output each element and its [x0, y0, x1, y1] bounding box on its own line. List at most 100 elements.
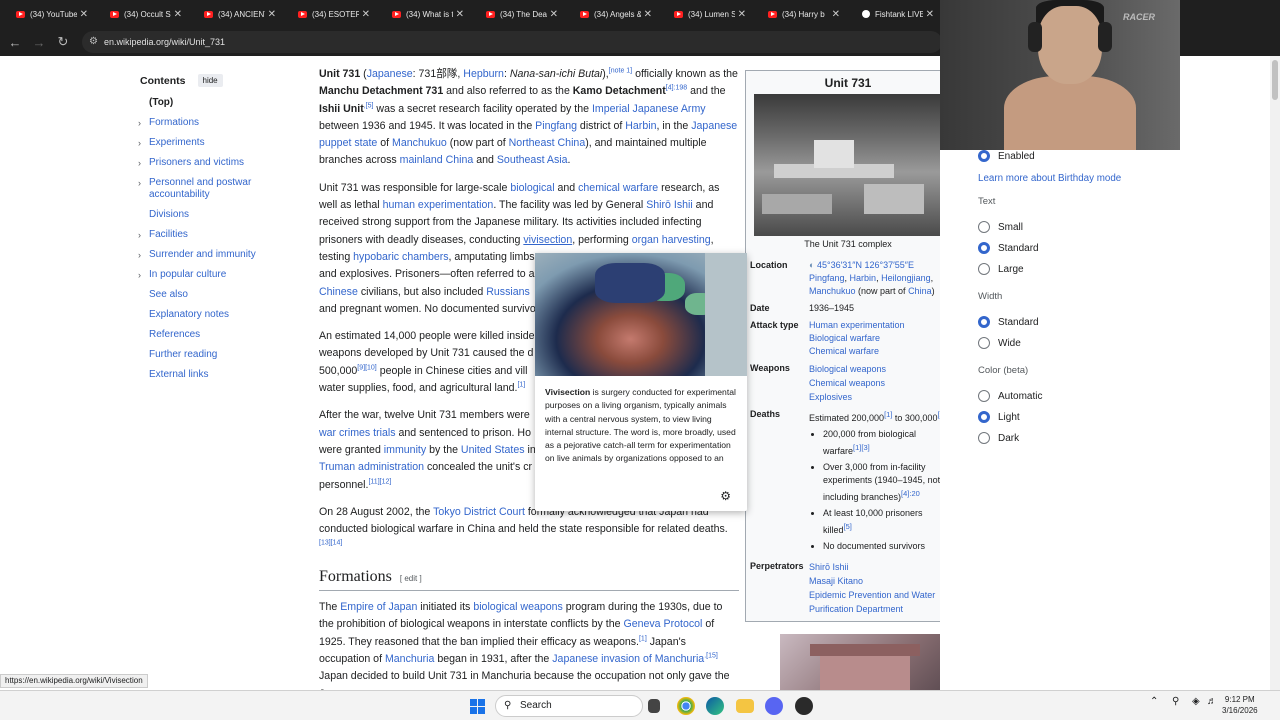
browser-tab[interactable]: (34) Harry b ✕ — [752, 0, 846, 28]
color-theme-radio[interactable] — [978, 432, 990, 444]
color-theme-radio[interactable] — [978, 390, 990, 402]
windows-start-icon[interactable] — [470, 699, 485, 714]
link-organ-harvesting[interactable]: organ harvesting — [632, 234, 711, 246]
toc-hide-button[interactable]: hide — [197, 74, 223, 87]
link-chinese[interactable]: Chinese — [319, 286, 358, 298]
link-war-crimes-trials[interactable]: war crimes trials — [319, 427, 396, 439]
discord-icon[interactable] — [765, 697, 783, 715]
cite-note-1[interactable]: [note 1] — [609, 67, 632, 74]
color-theme-option[interactable]: Automatic — [978, 390, 1042, 402]
color-theme-radio[interactable] — [978, 411, 990, 423]
color-theme-option[interactable]: Dark — [978, 432, 1019, 444]
width-radio[interactable] — [978, 316, 990, 328]
text-size-radio[interactable] — [978, 242, 990, 254]
app-icon[interactable] — [795, 697, 813, 715]
link-hypobaric-chambers[interactable]: hypobaric chambers — [353, 251, 448, 263]
link-hepburn[interactable]: Hepburn — [463, 68, 504, 80]
browser-tab[interactable]: (34) Occult S ✕ — [94, 0, 188, 28]
taskbar-search[interactable]: ⚲ Search — [495, 695, 643, 717]
toc-item[interactable]: › Facilities — [138, 229, 300, 241]
link-human-experimentation[interactable]: human experimentation — [383, 199, 494, 211]
link-pingfang[interactable]: Pingfang — [535, 120, 577, 132]
perpetrator-link[interactable]: Shirō Ishii — [809, 560, 946, 574]
task-view-icon[interactable] — [648, 699, 660, 713]
toc-item[interactable]: › Prisoners and victims — [138, 157, 300, 169]
chrome-icon[interactable] — [677, 697, 695, 715]
browser-tab[interactable]: Fishtank LIVE ✕ — [846, 0, 940, 28]
close-tab-icon[interactable]: ✕ — [80, 9, 88, 20]
article-photo-building[interactable] — [780, 634, 948, 690]
chevron-up-icon[interactable]: ⌃ — [1150, 696, 1158, 707]
link-chemical-warfare[interactable]: chemical warfare — [578, 182, 658, 194]
link-pingfang-ib[interactable]: Pingfang — [809, 273, 845, 283]
perpetrator-link[interactable]: Epidemic Prevention and Water Purificati… — [809, 588, 946, 616]
link-harbin[interactable]: Harbin — [625, 120, 656, 132]
close-tab-icon[interactable]: ✕ — [268, 9, 276, 20]
link-preview-popup[interactable]: Vivisection is surgery conducted for exp… — [535, 253, 747, 511]
wifi-icon[interactable]: ◈ — [1192, 696, 1200, 707]
link-manchukuo[interactable]: Manchukuo — [392, 137, 447, 149]
link-imperial-japanese-army[interactable]: Imperial Japanese Army — [592, 103, 706, 115]
link-empire-of-japan[interactable]: Empire of Japan — [340, 601, 417, 613]
link-china[interactable]: China — [908, 286, 932, 296]
link-mainland-china[interactable]: mainland China — [400, 154, 474, 166]
perpetrator-link[interactable]: Masaji Kitano — [809, 574, 946, 588]
text-size-option[interactable]: Large — [978, 263, 1024, 275]
site-info-icon[interactable]: ⚙ — [89, 31, 98, 53]
close-tab-icon[interactable]: ✕ — [550, 9, 558, 20]
link-truman-administration[interactable]: Truman administration — [319, 461, 424, 473]
expand-chevron-icon[interactable]: › — [138, 229, 141, 241]
system-clock[interactable]: 9:12 PM 3/16/2026 — [1222, 694, 1258, 716]
reload-icon[interactable]: ↻ — [51, 34, 75, 50]
weapon-link[interactable]: Chemical weapons — [809, 376, 946, 390]
browser-tab[interactable]: (34) ESOTERI ✕ — [282, 0, 376, 28]
width-option[interactable]: Wide — [978, 337, 1021, 349]
weapon-link[interactable]: Biological weapons — [809, 362, 946, 376]
link-manchukuo-ib[interactable]: Manchukuo — [809, 286, 856, 296]
back-icon[interactable]: ← — [3, 35, 27, 50]
close-tab-icon[interactable]: ✕ — [926, 9, 934, 20]
link-immunity[interactable]: immunity — [384, 444, 426, 456]
attack-type-link[interactable]: Human experimentation — [809, 319, 946, 332]
expand-chevron-icon[interactable]: › — [138, 117, 141, 129]
cite-4[interactable]: [4]:198 — [666, 85, 687, 92]
cite-1b[interactable]: [1] — [639, 635, 647, 642]
link-harbin-ib[interactable]: Harbin — [850, 273, 877, 283]
close-tab-icon[interactable]: ✕ — [738, 9, 746, 20]
gear-icon[interactable]: ⚙ — [720, 489, 731, 503]
color-theme-option[interactable]: Light — [978, 411, 1020, 423]
close-tab-icon[interactable]: ✕ — [832, 9, 840, 20]
link-shiro-ishii[interactable]: Shirō Ishii — [646, 199, 693, 211]
microphone-icon[interactable]: ⚲ — [1172, 696, 1179, 707]
link-biological[interactable]: biological — [510, 182, 554, 194]
expand-chevron-icon[interactable]: › — [138, 269, 141, 281]
link-vivisection[interactable]: vivisection — [523, 234, 572, 246]
browser-tab[interactable]: (34) YouTube ✕ — [0, 0, 94, 28]
browser-tab[interactable]: (34) ANCIENT ✕ — [188, 0, 282, 28]
close-tab-icon[interactable]: ✕ — [456, 9, 464, 20]
text-size-radio[interactable] — [978, 263, 990, 275]
birthday-enabled-radio[interactable] — [978, 150, 990, 162]
toc-item[interactable]: (Top) — [140, 97, 300, 109]
weapon-link[interactable]: Explosives — [809, 390, 946, 404]
cite-11-12[interactable]: [11][12] — [368, 478, 391, 485]
cite-note[interactable]: [1][3] — [853, 443, 870, 452]
close-tab-icon[interactable]: ✕ — [362, 9, 370, 20]
attack-type-link[interactable]: Biological warfare — [809, 332, 946, 345]
link-manchuria[interactable]: Manchuria — [385, 653, 434, 665]
close-tab-icon[interactable]: ✕ — [174, 9, 182, 20]
toc-item[interactable]: External links — [140, 369, 300, 381]
toc-item[interactable]: › Experiments — [138, 137, 300, 149]
cite-13-14[interactable]: [13][14] — [319, 540, 342, 547]
cite-15[interactable]: .[15] — [704, 652, 718, 659]
cite-5[interactable]: ,[5] — [364, 102, 374, 109]
expand-chevron-icon[interactable]: › — [138, 137, 141, 149]
location-coordinates[interactable]: 45°36′31″N 126°37′55″E — [817, 260, 914, 270]
edit-section-link[interactable]: [ edit ] — [400, 574, 422, 583]
toc-item[interactable]: › Surrender and immunity — [138, 249, 300, 261]
text-size-option[interactable]: Small — [978, 221, 1023, 233]
toc-item[interactable]: References — [140, 329, 300, 341]
cite-note[interactable]: [5] — [844, 522, 852, 531]
toc-item[interactable]: › Personnel and postwar accountability — [138, 177, 300, 201]
cite-1[interactable]: [1] — [517, 382, 525, 389]
